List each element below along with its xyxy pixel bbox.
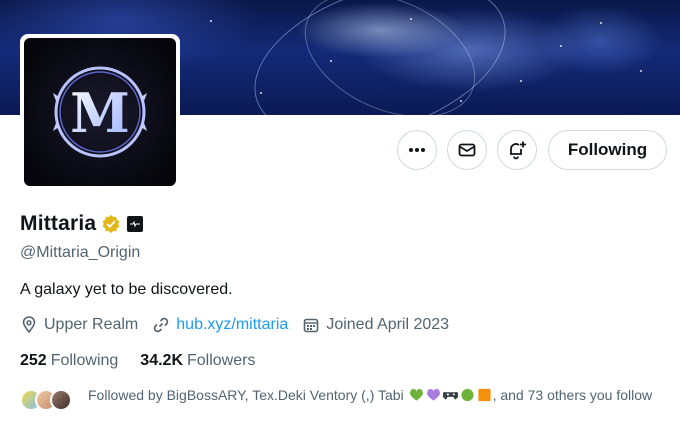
- following-button[interactable]: Following: [548, 130, 667, 170]
- followers-count: 34.2K: [140, 352, 183, 369]
- profile-bio: A galaxy yet to be discovered.: [20, 281, 233, 298]
- join-date-text: Joined April 2023: [326, 316, 450, 333]
- more-button[interactable]: [397, 130, 437, 170]
- location: Upper Realm: [20, 316, 138, 334]
- message-button[interactable]: [447, 130, 487, 170]
- profile-meta: Upper Realm hub.xyz/mittaria Joined Apri…: [20, 316, 463, 334]
- website-link[interactable]: hub.xyz/mittaria: [176, 316, 288, 334]
- profile-handle: @Mittaria_Origin: [20, 244, 141, 261]
- more-icon: [409, 148, 425, 152]
- followed-by-prefix: Followed by BigBossARY, Tex.Deki Ventory…: [88, 387, 408, 403]
- mittaria-logo-icon: M: [53, 66, 147, 158]
- followers-you-know[interactable]: Followed by BigBossARY, Tex.Deki Ventory…: [20, 386, 678, 414]
- green-circle-icon: [460, 388, 474, 402]
- affiliation-badge-icon[interactable]: [127, 216, 144, 232]
- follow-stats: 252 Following 34.2K Followers: [20, 352, 277, 370]
- game-controller-icon: [442, 392, 458, 400]
- location-pin-icon: [22, 316, 36, 334]
- name-row: Mittaria: [20, 212, 144, 236]
- bell-plus-icon: [510, 141, 526, 160]
- calendar-icon: [304, 318, 319, 333]
- join-date: Joined April 2023: [302, 316, 449, 334]
- followers-label: Followers: [187, 352, 256, 369]
- svg-text:M: M: [70, 81, 130, 145]
- following-label: Following: [50, 352, 119, 369]
- following-count: 252: [20, 352, 47, 369]
- avatar: [50, 389, 72, 411]
- mail-icon: [458, 143, 476, 157]
- followers-count-link[interactable]: 34.2K Followers: [140, 352, 255, 370]
- purple-heart-icon: [426, 389, 440, 401]
- following-count-link[interactable]: 252 Following: [20, 352, 118, 370]
- followed-by-text: Followed by BigBossARY, Tex.Deki Ventory…: [88, 386, 678, 405]
- display-name: Mittaria: [20, 212, 97, 235]
- followed-by-suffix: , and 73 others you follow: [492, 387, 653, 403]
- verified-badge-icon[interactable]: [101, 214, 121, 234]
- website[interactable]: hub.xyz/mittaria: [152, 316, 288, 334]
- avatar-image: M: [24, 38, 176, 186]
- location-text: Upper Realm: [44, 316, 139, 333]
- profile-avatar[interactable]: M: [20, 34, 180, 190]
- mutual-avatars: [20, 386, 78, 414]
- notifications-button[interactable]: [497, 130, 537, 170]
- orange-square-icon: [477, 388, 491, 402]
- link-icon: [154, 317, 169, 333]
- green-heart-icon: [409, 389, 423, 401]
